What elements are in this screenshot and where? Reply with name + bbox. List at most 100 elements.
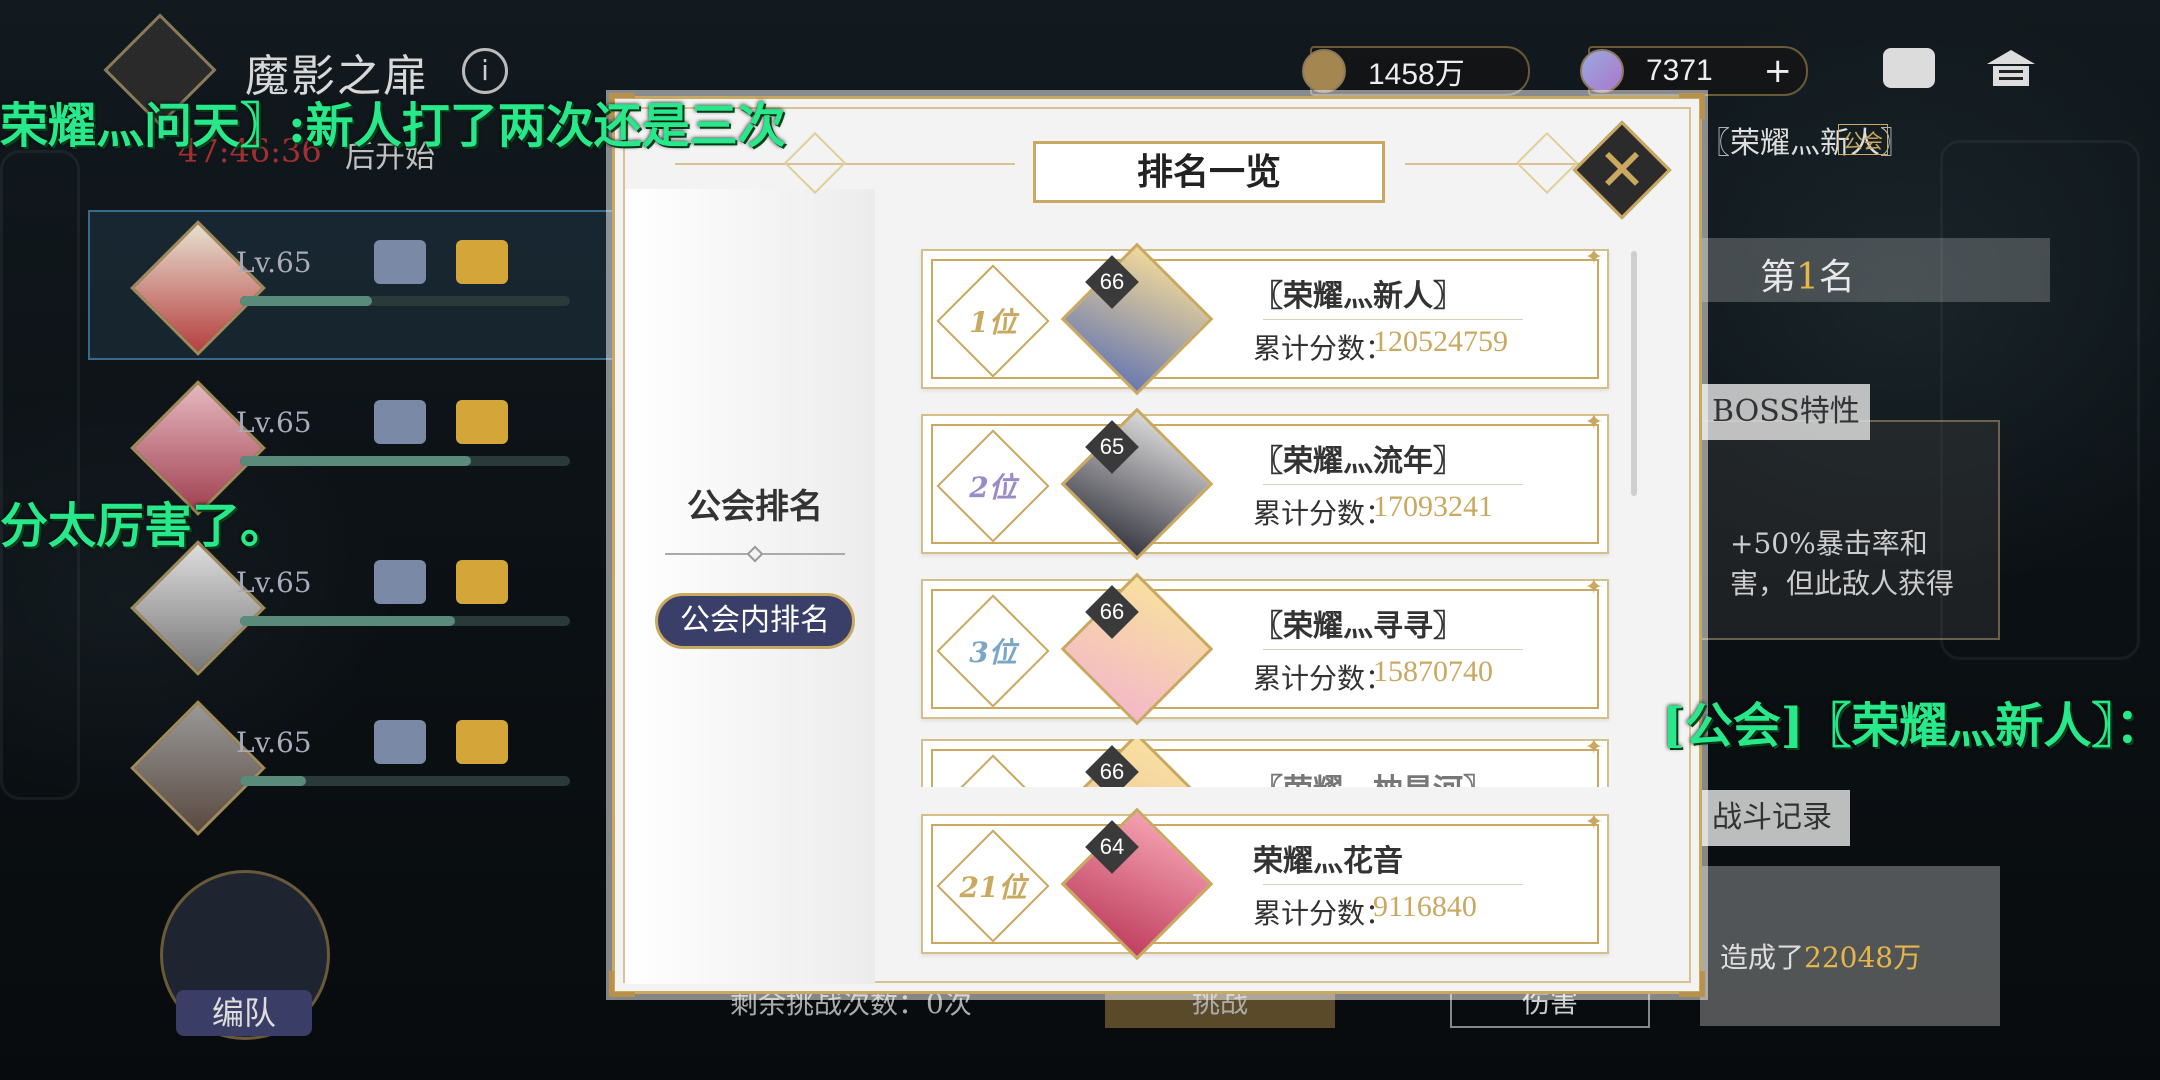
player-level: 66 [1099, 599, 1125, 624]
player-level: 65 [1099, 434, 1125, 459]
ranking-row[interactable]: 2位 65 〖荣耀灬流年〗 累计分数： 17093241 ✦ [921, 407, 1609, 561]
chat-message: 分太厉害了。 [0, 498, 289, 554]
player-level: 66 [1099, 759, 1125, 784]
chest-icon [456, 240, 508, 284]
rank-position: 1位 [969, 306, 1017, 339]
battle-record-label[interactable]: 战斗记录 [1700, 790, 1850, 846]
self-ranking-row[interactable]: 21位 64 荣耀灬花音 累计分数： 9116840 ✦ [921, 807, 1609, 961]
chat-icon[interactable] [1883, 48, 1935, 88]
log-prefix: 造成了 [1720, 941, 1805, 974]
rank-frame [936, 754, 1050, 787]
rank-banner [1700, 238, 2050, 302]
chest-icon [456, 720, 508, 764]
score-label: 累计分数： [1253, 332, 1394, 365]
gem-icon [1580, 49, 1624, 93]
player-rank: 第1名 [1760, 248, 1855, 300]
add-gem-button[interactable]: + [1764, 51, 1793, 91]
chest-icon [456, 400, 508, 444]
hp-fill [240, 456, 471, 466]
rank-prefix: 第 [1760, 257, 1797, 298]
player-avatar [1060, 739, 1214, 787]
player-score: 17093241 [1373, 490, 1493, 523]
ranking-row-partial: 66 〖荣耀灬枕星河〗 ✦ [921, 739, 1609, 787]
member-hp-bar [240, 616, 570, 626]
guild-badge: 公会 [1838, 124, 1888, 155]
player-name: 〖荣耀灬寻寻〗 [1253, 609, 1463, 644]
level-badge: 66 [1085, 255, 1139, 309]
player-name: 〖荣耀灬新人〗 [1253, 279, 1463, 314]
score-label: 累计分数： [1253, 497, 1394, 530]
score-label: 累计分数： [1253, 662, 1394, 695]
rank-position: 2位 [969, 471, 1017, 504]
modal-title-box: 排名一览 [1033, 141, 1385, 203]
trait-text: +50%暴击率和 [1730, 527, 1928, 560]
corner-ornament [1679, 971, 1705, 997]
chat-message: [公会]〖荣耀灬新人〗： [1662, 698, 2160, 754]
row-divider [1263, 649, 1523, 650]
member-hp-bar [240, 456, 570, 466]
sparkle-icon: ✦ [1584, 245, 1603, 270]
chest-icon [456, 560, 508, 604]
member-hp-bar [240, 296, 570, 306]
trait-text: 害，但此敌人获得 [1730, 567, 1955, 600]
tab-in-guild-ranking[interactable]: 公会内排名 [655, 593, 855, 649]
home-icon[interactable] [1985, 48, 2037, 88]
player-name: 〖荣耀灬流年〗 [1253, 444, 1463, 479]
ranking-row[interactable]: 66 〖荣耀灬枕星河〗 ✦ [921, 739, 1609, 787]
gold-amount: 1458万 [1368, 58, 1465, 91]
member-portrait [130, 700, 266, 836]
gold-currency: 1458万 [1302, 46, 1530, 96]
hp-fill [240, 296, 372, 306]
player-level: 64 [1099, 834, 1125, 859]
scrollbar[interactable] [1631, 251, 1637, 496]
battle-log-entry: 造成了22048万 [1720, 936, 1921, 976]
ranking-modal: 排名一览 ✕ 公会排名 公会内排名 1位 66 〖荣耀灬新人〗 累计分数： 12… [609, 93, 1705, 997]
rank-position: 3位 [969, 636, 1017, 669]
team-member[interactable]: Lv.65 [110, 700, 630, 836]
player-score: 15870740 [1373, 655, 1493, 688]
member-level: Lv.65 [236, 406, 312, 439]
player-avatar [1060, 807, 1214, 961]
tab-sidebar [625, 189, 875, 984]
rank-number: 1 [1796, 257, 1819, 298]
player-name: 〖荣耀灬枕星河〗 [1253, 765, 1493, 787]
member-level: Lv.65 [236, 566, 312, 599]
level-badge: 66 [1085, 585, 1139, 639]
member-level: Lv.65 [236, 246, 312, 279]
team-member[interactable]: Lv.65 [110, 540, 630, 676]
boss-traits-label: BOSS特性 [1700, 384, 1870, 440]
player-score: 120524759 [1373, 325, 1508, 358]
level-badge: 64 [1085, 820, 1139, 874]
tab-guild-ranking[interactable]: 公会排名 [680, 479, 830, 528]
hp-fill [240, 776, 306, 786]
sparkle-icon: ✦ [1584, 810, 1603, 835]
member-hp-bar [240, 776, 570, 786]
team-member[interactable]: Lv.65 [110, 220, 630, 356]
sparkle-icon: ✦ [1584, 575, 1603, 600]
player-score: 9116840 [1373, 890, 1477, 923]
formation-label[interactable]: 编队 [176, 990, 312, 1036]
gem-currency: 7371 + [1580, 46, 1808, 96]
chat-message: 荣耀灬问天〗:新人打了两次还是三次 [0, 98, 786, 154]
level-badge: 66 [1085, 745, 1139, 787]
player-avatar [1060, 407, 1214, 561]
player-level: 66 [1099, 269, 1125, 294]
row-divider [1263, 319, 1523, 320]
modal-title: 排名一览 [1136, 151, 1281, 193]
member-level: Lv.65 [236, 726, 312, 759]
member-portrait [130, 220, 266, 356]
score-label: 累计分数： [1253, 897, 1394, 930]
corner-ornament [1679, 93, 1705, 119]
sparkle-icon: ✦ [1584, 739, 1603, 760]
ranking-row[interactable]: 3位 66 〖荣耀灬寻寻〗 累计分数： 15870740 ✦ [921, 572, 1609, 726]
close-icon[interactable]: ✕ [1597, 127, 1647, 213]
player-avatar [1060, 572, 1214, 726]
hp-fill [240, 616, 455, 626]
player-avatar [1060, 242, 1214, 396]
gem-amount: 7371 [1646, 54, 1713, 87]
ranking-row[interactable]: 1位 66 〖荣耀灬新人〗 累计分数： 120524759 ✦ [921, 242, 1609, 396]
chest-icon [374, 400, 426, 444]
row-divider [1263, 484, 1523, 485]
gold-coin-icon [1302, 49, 1346, 93]
player-name: 荣耀灬花音 [1253, 844, 1403, 879]
